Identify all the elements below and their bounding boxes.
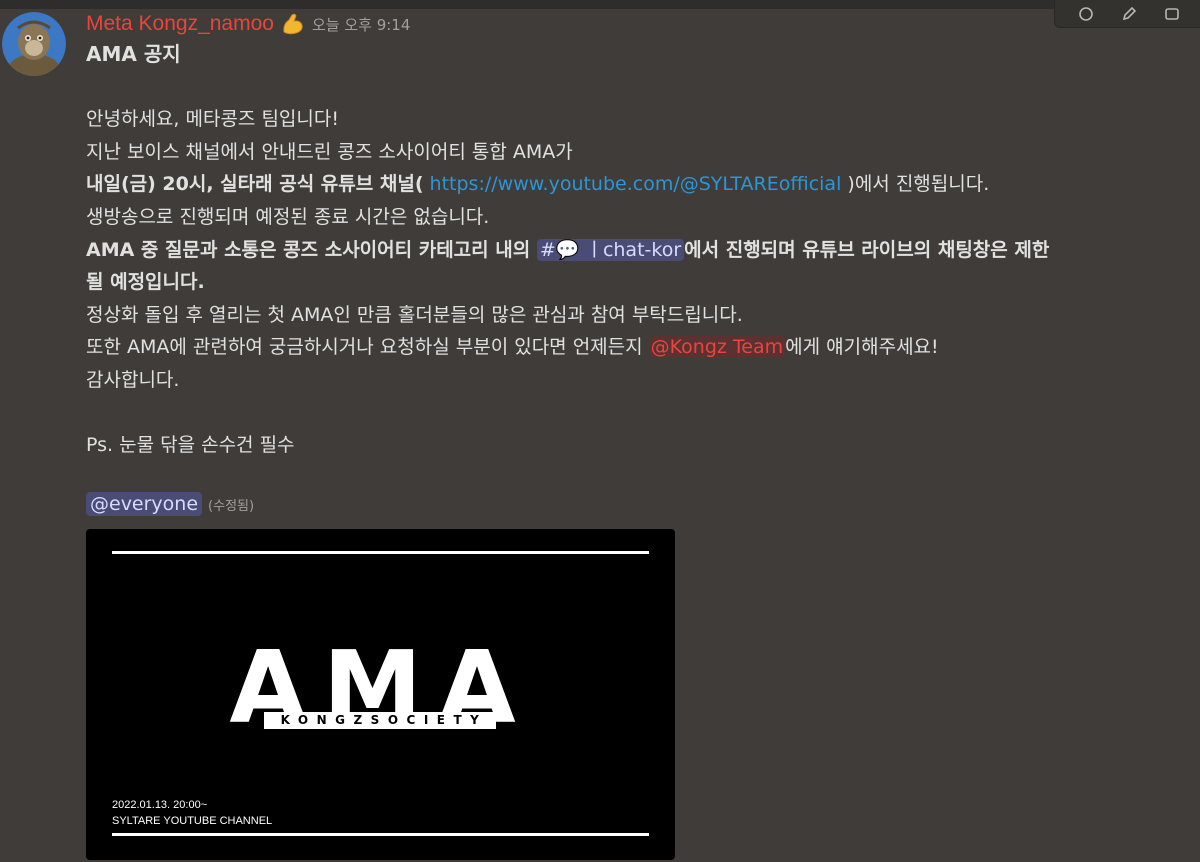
youtube-link[interactable]: https://www.youtube.com/@SYLTAREofficial (424, 173, 848, 195)
author-username[interactable]: Meta Kongz_namoo (86, 12, 274, 36)
role-mention-kongz-team[interactable]: @Kongz Team (648, 336, 786, 359)
embed-top-rule (112, 551, 649, 554)
message-greeting: 안녕하세요, 메타콩즈 팀입니다! (86, 108, 339, 131)
message-line: 정상화 돌입 후 열리는 첫 AMA인 만큼 홀더분들의 많은 관심과 참여 부… (86, 303, 743, 326)
window-top-edge (0, 0, 1200, 9)
embed-bottom-rule (112, 833, 649, 836)
embed-date: 2022.01.13. 20:00~ (112, 799, 208, 811)
message-line: 생방송으로 진행되며 예정된 종료 시간은 없습니다. (86, 205, 490, 228)
message-header: Meta Kongz_namoo 오늘 오후 9:14 (86, 9, 410, 39)
everyone-row: @everyone (수정됨) (86, 492, 254, 516)
embed-channel: SYLTARE YOUTUBE CHANNEL (112, 815, 273, 827)
message-line: 될 예정입니다. (86, 271, 205, 294)
author-avatar[interactable] (2, 12, 66, 76)
message-content: AMA 공지 안녕하세요, 메타콩즈 팀입니다! 지난 보이스 채널에서 안내드… (86, 38, 1186, 462)
add-reaction-icon[interactable] (1075, 3, 1097, 25)
contact-text: 또한 AMA에 관련하여 궁금하시거나 요청하실 부분이 있다면 언제든지 (86, 336, 649, 359)
contact-tail: 에게 얘기해주세요! (785, 336, 939, 359)
embedded-image-ama[interactable]: AMA KONGZSOCIETY 2022.01.13. 20:00~ SYLT… (86, 529, 675, 860)
message-title: AMA 공지 (86, 42, 181, 66)
everyone-mention[interactable]: @everyone (86, 492, 203, 516)
message-line: 감사합니다. (86, 368, 180, 391)
message-timestamp[interactable]: 오늘 오후 9:14 (312, 14, 410, 35)
more-options-icon[interactable] (1161, 3, 1183, 25)
channel-note-text: AMA 중 질문과 소통은 콩즈 소사이어티 카테고리 내의 (86, 238, 537, 261)
message-hover-toolbar (1054, 0, 1200, 28)
message-line-schedule: 내일(금) 20시, 실타래 공식 유튜브 채널( https://www.yo… (86, 168, 1186, 201)
edited-label: (수정됨) (208, 498, 255, 514)
schedule-bold-text: 내일(금) 20시, 실타래 공식 유튜브 채널( (86, 173, 424, 196)
embed-brand: KONGZSOCIETY (264, 712, 496, 729)
message-ps: Ps. 눈물 닦을 손수건 필수 (86, 434, 295, 457)
edit-pencil-icon[interactable] (1118, 3, 1140, 25)
message-line-channel: AMA 중 질문과 소통은 콩즈 소사이어티 카테고리 내의 #💬 ㅣchat-… (86, 234, 1186, 267)
message-line-contact: 또한 AMA에 관련하여 궁금하시거나 요청하실 부분이 있다면 언제든지 @K… (86, 331, 1186, 364)
message-line: 지난 보이스 채널에서 안내드린 콩즈 소사이어티 통합 AMA가 (86, 140, 573, 163)
channel-mention-chat-kor[interactable]: #💬 ㅣchat-kor (536, 238, 685, 261)
schedule-tail-text: )에서 진행됩니다. (847, 173, 990, 196)
flexed-biceps-icon (278, 9, 308, 39)
channel-note-tail: 에서 진행되며 유튜브 라이브의 채팅창은 제한 (684, 238, 1050, 261)
